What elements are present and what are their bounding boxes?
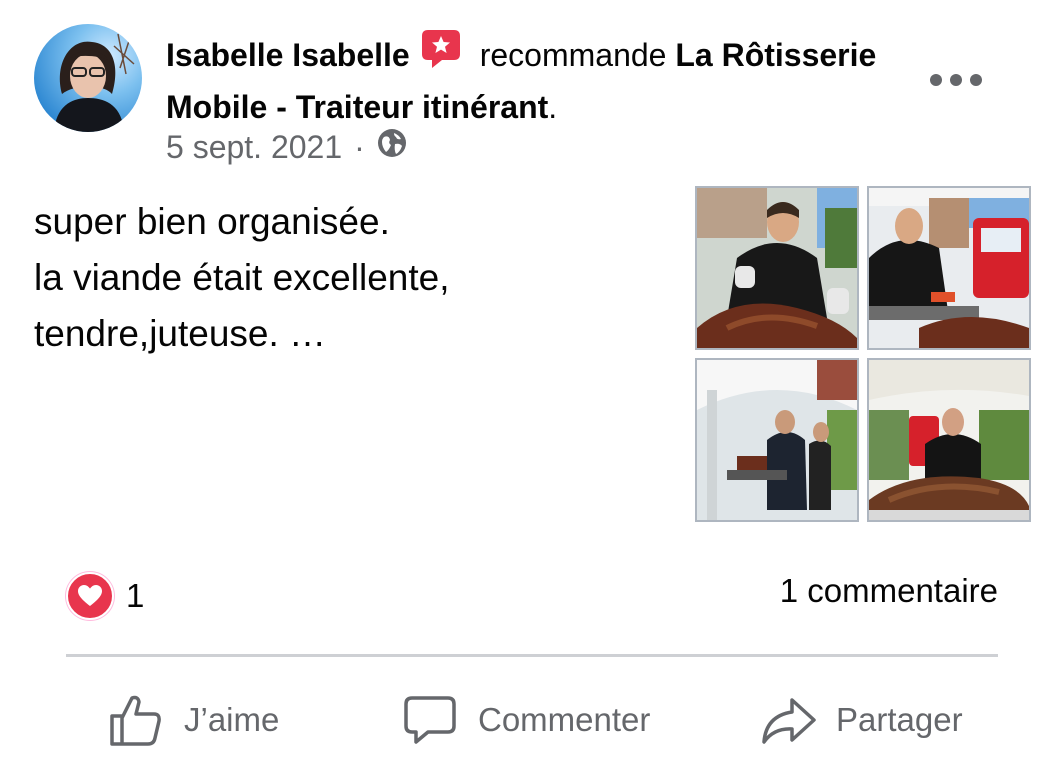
post-text-line: super bien organisée. xyxy=(34,201,390,242)
meta-separator: · xyxy=(354,128,365,165)
comments-count[interactable]: 1 commentaire xyxy=(780,572,998,610)
author-name[interactable]: Isabelle Isabelle xyxy=(166,37,410,73)
post-text-line: tendre,juteuse. … xyxy=(34,313,327,354)
dot xyxy=(950,74,962,86)
header-punctuation: . xyxy=(548,89,558,125)
comment-bubble-icon xyxy=(402,692,458,748)
dot xyxy=(970,74,982,86)
reaction-count: 1 xyxy=(126,577,145,614)
post-header: Isabelle Isabelle recommande La Rôtisseri… xyxy=(166,28,886,131)
dot xyxy=(930,74,942,86)
post-text[interactable]: super bien organisée. la viande était ex… xyxy=(34,194,654,362)
post-meta: 5 sept. 2021 · xyxy=(166,128,407,166)
like-label: J’aime xyxy=(184,701,280,738)
reactions-summary[interactable]: 1 xyxy=(66,572,144,620)
recommendation-icon xyxy=(420,28,462,83)
post-date[interactable]: 5 sept. 2021 xyxy=(166,129,342,166)
photo-2[interactable] xyxy=(867,186,1031,350)
photo-4[interactable] xyxy=(867,358,1031,522)
globe-icon xyxy=(377,128,407,166)
thumbs-up-icon xyxy=(108,692,164,748)
like-button[interactable]: J’aime xyxy=(108,680,279,760)
photo-3[interactable] xyxy=(695,358,859,522)
share-arrow-icon xyxy=(760,692,816,748)
comment-label: Commenter xyxy=(478,701,651,738)
share-button[interactable]: Partager xyxy=(760,680,963,760)
divider xyxy=(66,654,998,657)
recommend-action: recommande xyxy=(479,37,667,73)
photo-grid xyxy=(695,186,1031,522)
more-options-icon[interactable] xyxy=(930,66,982,94)
avatar-photo xyxy=(54,33,135,132)
action-bar: J’aime Commenter Partager xyxy=(0,680,1054,760)
post-text-line: la viande était excellente, xyxy=(34,257,450,298)
share-label: Partager xyxy=(836,701,963,738)
comment-button[interactable]: Commenter xyxy=(402,680,650,760)
photo-1[interactable] xyxy=(695,186,859,350)
avatar[interactable] xyxy=(34,24,142,132)
love-reaction-icon xyxy=(66,572,114,620)
